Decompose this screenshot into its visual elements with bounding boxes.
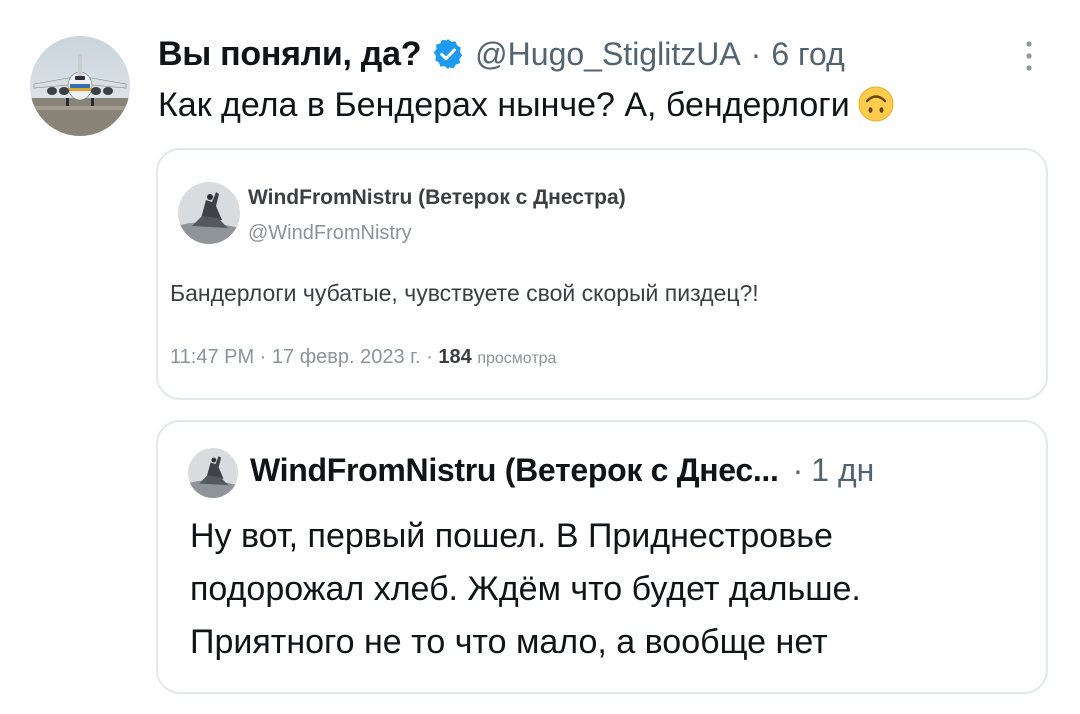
reply-text-line: Ну вот, первый пошел. В Приднестровье [190,517,833,555]
quoted-author-handle: @WindFromNistry [248,222,412,244]
reply-tweet-card[interactable]: WindFromNistru (Ветерок с Днес... · 1 дн… [156,420,1048,694]
reply-text-line: подорожал хлеб. Ждём что будет дальше. [190,570,861,608]
reply-author-avatar [188,448,238,498]
tweet-timestamp[interactable]: 6 год [771,36,844,73]
quoted-timestamp: 11:47 PM · 17 февр. 2023 г. · [170,346,439,368]
tweet-text-content: Как дела в Бендерах нынче? А, бендерлоги [158,86,850,124]
statue-avatar-image [188,448,238,498]
separator-dot: · [792,452,804,488]
verified-badge-icon [431,37,465,71]
statue-avatar-image [178,182,240,244]
quoted-author-avatar [178,182,240,244]
vertical-ellipsis-icon[interactable] [1018,36,1040,76]
tweet-text: Как дела в Бендерах нынче? А, бендерлоги [158,82,894,128]
author-handle[interactable]: @Hugo_StiglitzUA [475,36,740,73]
tweet-header: Вы поняли, да? @Hugo_StiglitzUA · 6 год [158,30,845,78]
author-name[interactable]: Вы поняли, да? [158,35,421,74]
quoted-tweet-text: Бандерлоги чубатые, чувствуете свой скор… [170,280,759,306]
upside-down-face-emoji-icon [858,86,894,122]
quoted-author-name: WindFromNistru (Ветерок с Днестра) [248,186,626,209]
quoted-views-label: просмотра [477,350,557,367]
quoted-views-count: 184 [438,346,472,368]
airplane-avatar-image [30,36,130,136]
separator-dot: · [750,35,762,72]
author-avatar[interactable] [30,36,130,136]
reply-header: WindFromNistru (Ветерок с Днес... · 1 дн [250,452,874,489]
reply-author-name[interactable]: WindFromNistru (Ветерок с Днес... [250,452,779,489]
quoted-tweet-card[interactable]: WindFromNistru (Ветерок с Днестра) @Wind… [156,148,1048,400]
reply-timestamp[interactable]: 1 дн [811,452,874,489]
quoted-tweet-meta: 11:47 PM · 17 февр. 2023 г. · 184 просмо… [170,346,556,369]
reply-text: Ну вот, первый пошел. В Приднестровье по… [190,510,1030,669]
reply-text-line: Приятного не то что мало, а вообще нет [190,623,828,661]
